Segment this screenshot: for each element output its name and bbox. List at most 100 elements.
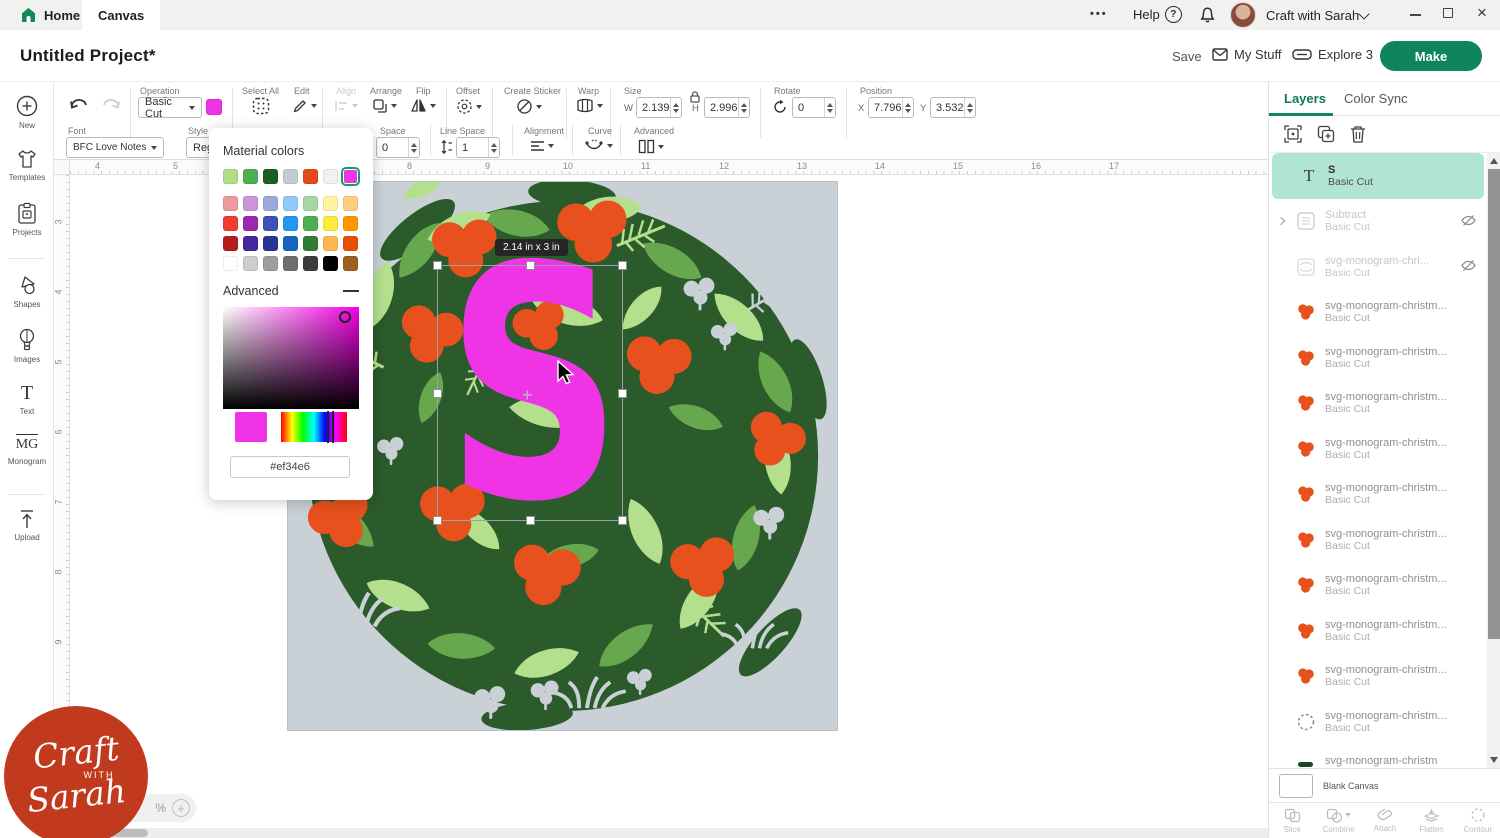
selection-handle[interactable] (526, 261, 535, 270)
attach-button[interactable]: Attach (1362, 803, 1408, 838)
layer-item[interactable]: svg-monogram-chri...Basic Cut (1269, 244, 1487, 290)
operation-select[interactable]: Basic Cut (138, 97, 202, 118)
make-button[interactable]: Make (1380, 41, 1482, 71)
curve-button[interactable] (584, 139, 613, 153)
material-color-swatch[interactable] (283, 236, 298, 251)
tab-canvas[interactable]: Canvas (82, 0, 160, 30)
sidebar-item-templates[interactable]: Templates (0, 148, 54, 182)
layer-item[interactable]: svg-monogram-christmBasic Cut (1269, 745, 1487, 769)
material-color-swatch[interactable] (303, 216, 318, 231)
material-color-swatch[interactable] (303, 169, 318, 184)
material-color-swatch[interactable] (343, 256, 358, 271)
material-color-swatch[interactable] (343, 196, 358, 211)
space-field[interactable] (376, 137, 420, 158)
layer-item[interactable]: TSBasic Cut (1272, 153, 1484, 199)
line-space-field[interactable] (456, 137, 500, 158)
material-color-swatch[interactable] (263, 236, 278, 251)
layer-item[interactable]: svg-monogram-christm...Basic Cut (1269, 381, 1487, 427)
redo-button[interactable] (100, 95, 122, 113)
layers-scrollbar[interactable] (1487, 153, 1500, 768)
arrange-button[interactable] (372, 98, 397, 114)
blank-canvas-row[interactable]: Blank Canvas (1269, 768, 1500, 802)
height-field[interactable] (704, 97, 750, 118)
layer-item[interactable]: svg-monogram-christm...Basic Cut (1269, 608, 1487, 654)
position-y-field[interactable] (930, 97, 976, 118)
material-color-swatch[interactable] (323, 236, 338, 251)
position-y-stepper[interactable] (964, 98, 975, 117)
layers-scrollbar-thumb[interactable] (1488, 169, 1500, 639)
width-stepper[interactable] (670, 98, 681, 117)
sidebar-item-upload[interactable]: Upload (0, 508, 54, 542)
selection-handle[interactable] (618, 261, 627, 270)
material-color-swatch[interactable] (223, 169, 238, 184)
material-color-swatch[interactable] (223, 196, 238, 211)
window-minimize-button[interactable] (1410, 14, 1421, 16)
saturation-brightness-picker[interactable] (223, 307, 359, 409)
material-color-swatch[interactable] (263, 216, 278, 231)
blank-canvas-swatch[interactable] (1279, 774, 1313, 798)
select-all-button[interactable] (252, 97, 270, 115)
flatten-button[interactable]: Flatten (1408, 803, 1454, 838)
window-close-button[interactable]: × (1477, 3, 1487, 23)
material-color-swatch[interactable] (223, 256, 238, 271)
sidebar-item-shapes[interactable]: Shapes (0, 274, 54, 309)
selection-handle[interactable] (433, 516, 442, 525)
collapse-minus-icon[interactable] (343, 290, 359, 292)
position-x-input[interactable] (869, 98, 902, 117)
layer-item[interactable]: svg-monogram-christm...Basic Cut (1269, 654, 1487, 700)
layer-item[interactable]: svg-monogram-christm...Basic Cut (1269, 472, 1487, 518)
material-color-swatch[interactable] (243, 256, 258, 271)
window-maximize-button[interactable] (1443, 8, 1453, 18)
edit-button[interactable] (292, 98, 317, 114)
layer-item[interactable]: svg-monogram-christm...Basic Cut (1269, 517, 1487, 563)
explore-machine-button[interactable]: Explore 3 (1292, 47, 1373, 62)
expand-chevron-icon[interactable] (1277, 217, 1285, 225)
notifications-bell-icon[interactable] (1199, 6, 1216, 24)
selection-handle[interactable] (618, 389, 627, 398)
rotate-stepper[interactable] (824, 98, 835, 117)
material-color-swatch[interactable] (343, 169, 358, 184)
position-x-field[interactable] (868, 97, 914, 118)
layer-item[interactable]: svg-monogram-christm...Basic Cut (1269, 699, 1487, 745)
zoom-in-button[interactable]: + (172, 799, 190, 817)
material-color-swatch[interactable] (243, 169, 258, 184)
sidebar-item-text[interactable]: T Text (0, 382, 54, 416)
width-input[interactable] (637, 98, 670, 117)
sidebar-item-new[interactable]: New (0, 94, 54, 130)
horizontal-scrollbar[interactable] (70, 828, 1268, 838)
selection-handle[interactable] (433, 389, 442, 398)
width-field[interactable] (636, 97, 682, 118)
selection-handle[interactable] (433, 261, 442, 270)
material-color-swatch[interactable] (243, 236, 258, 251)
lock-icon[interactable] (688, 90, 702, 104)
align-button[interactable] (334, 99, 358, 113)
material-color-swatch[interactable] (323, 216, 338, 231)
material-color-swatch[interactable] (283, 216, 298, 231)
scroll-up-arrow-icon[interactable] (1490, 158, 1498, 164)
material-color-swatch[interactable] (303, 236, 318, 251)
space-input[interactable] (377, 138, 408, 157)
undo-button[interactable] (68, 95, 90, 113)
hue-slider[interactable] (281, 412, 347, 442)
scroll-down-arrow-icon[interactable] (1490, 757, 1498, 763)
combine-button[interactable]: Combine (1315, 803, 1361, 838)
picker-dot[interactable] (339, 311, 351, 323)
layer-item[interactable]: svg-monogram-christm...Basic Cut (1269, 563, 1487, 609)
select-layers-icon[interactable] (1283, 124, 1303, 144)
my-stuff-button[interactable]: My Stuff (1212, 47, 1281, 62)
layer-item[interactable]: svg-monogram-christm...Basic Cut (1269, 290, 1487, 336)
selection-handle[interactable] (526, 516, 535, 525)
alignment-button[interactable] (530, 140, 554, 152)
material-color-swatch[interactable] (283, 169, 298, 184)
material-color-swatch[interactable] (323, 256, 338, 271)
material-color-swatch[interactable] (243, 196, 258, 211)
create-sticker-button[interactable] (516, 98, 542, 115)
warp-button[interactable] (576, 98, 603, 113)
tab-color-sync[interactable]: Color Sync (1344, 91, 1408, 106)
line-space-stepper[interactable] (488, 138, 499, 157)
font-select[interactable]: BFC Love Notes (66, 137, 164, 158)
height-input[interactable] (705, 98, 738, 117)
layer-item[interactable]: SubtractBasic Cut (1269, 199, 1487, 245)
sidebar-item-monogram[interactable]: MG Monogram (0, 434, 54, 466)
layer-item[interactable]: svg-monogram-christm...Basic Cut (1269, 335, 1487, 381)
